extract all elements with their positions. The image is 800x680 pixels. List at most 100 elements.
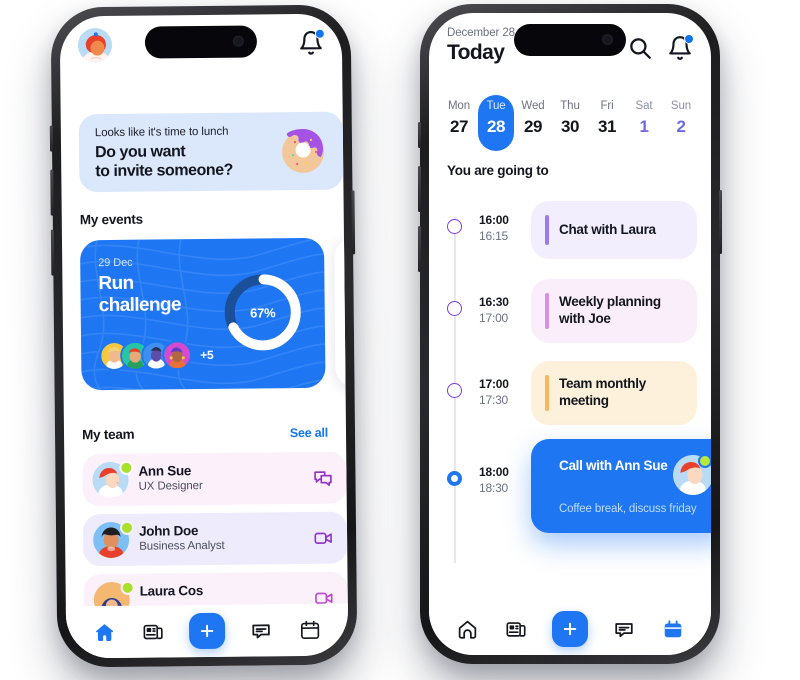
- nav-add-button[interactable]: [551, 611, 588, 647]
- event-title: Call with Ann Sue: [559, 458, 668, 473]
- phone-screen-home: Looks like it's time to lunch Do you wan…: [59, 13, 349, 659]
- online-status-dot: [120, 580, 135, 595]
- day-thu[interactable]: Thu 30: [552, 95, 588, 151]
- event-card[interactable]: Team monthly meeting: [531, 361, 697, 425]
- phone-power-button: [351, 190, 356, 255]
- event-end-time: 16:15: [479, 229, 509, 243]
- nav-chat-icon[interactable]: [248, 617, 274, 643]
- promo-subtitle: Looks like it's time to lunch: [94, 125, 229, 140]
- video-camera-icon[interactable]: [313, 528, 334, 549]
- event-name-line2: challenge: [98, 294, 182, 317]
- phone-power-button: [719, 190, 722, 254]
- avatar[interactable]: [77, 27, 113, 63]
- event-title: Chat with Laura: [559, 222, 656, 237]
- day-fri[interactable]: Fri 31: [589, 95, 625, 151]
- event-end-time: 17:00: [479, 311, 509, 325]
- chat-bubbles-icon[interactable]: [312, 468, 333, 489]
- nav-chat-icon[interactable]: [611, 616, 637, 642]
- nav-home-icon[interactable]: [454, 616, 480, 642]
- notification-dot: [314, 28, 325, 39]
- week-day-selector[interactable]: Mon 27 Tue 28 Wed 29 Thu 30 Fri 31 Sat 1…: [441, 95, 699, 153]
- event-card-run-challenge[interactable]: 29 Dec Run challenge 67% +5: [79, 237, 326, 391]
- phone-side-button: [418, 122, 421, 148]
- day-tue-selected[interactable]: Tue 28: [478, 95, 514, 151]
- notification-bell-button[interactable]: [298, 28, 325, 56]
- day-wed[interactable]: Wed 29: [515, 95, 551, 151]
- day-number: 29: [523, 117, 543, 136]
- phone-volume-down-button: [50, 229, 55, 276]
- dynamic-island: [144, 25, 258, 59]
- day-number: 30: [560, 117, 580, 136]
- nav-add-button[interactable]: [188, 612, 226, 650]
- progress-ring: 67%: [218, 268, 307, 357]
- event-end-time: 17:30: [479, 393, 509, 407]
- participant-avatar: [162, 340, 193, 371]
- event-accent-bar: [545, 215, 549, 245]
- timeline-bullet: [447, 383, 462, 398]
- event-card-active[interactable]: Call with Ann Sue Coffee break, discuss …: [531, 439, 711, 533]
- day-number: 27: [449, 117, 469, 136]
- event-subtitle: Coffee break, discuss friday: [559, 503, 697, 515]
- search-icon[interactable]: [627, 35, 653, 61]
- event-participants[interactable]: +5: [99, 339, 214, 372]
- nav-home-icon[interactable]: [91, 619, 117, 645]
- team-member-ann-sue[interactable]: Ann Sue UX Designer: [82, 451, 347, 507]
- phone-home: Looks like it's time to lunch Do you wan…: [49, 4, 358, 668]
- day-number: 2: [676, 117, 686, 136]
- day-name: Wed: [521, 100, 545, 112]
- front-camera-icon: [232, 35, 244, 47]
- nav-calendar-icon[interactable]: [297, 617, 323, 643]
- day-name: Tue: [486, 100, 506, 112]
- my-team-title: My team: [81, 426, 135, 443]
- day-name: Sat: [635, 100, 653, 112]
- event-start-time: 16:00: [479, 213, 509, 227]
- day-number: 28: [486, 117, 506, 136]
- online-status-dot: [698, 454, 711, 468]
- front-camera-icon: [602, 34, 613, 45]
- see-all-link[interactable]: See all: [290, 426, 328, 440]
- events-carousel[interactable]: 29 Dec Run challenge 67% +5: [62, 236, 349, 391]
- page-title: Today: [447, 41, 505, 64]
- timeline-bullet-active: [447, 471, 462, 486]
- lunch-promo-banner[interactable]: Looks like it's time to lunch Do you wan…: [78, 111, 344, 193]
- member-role: Business Analyst: [139, 539, 225, 553]
- event-start-time: 17:00: [479, 377, 509, 391]
- event-card[interactable]: Weekly planning with Joe: [531, 279, 697, 343]
- day-name: Fri: [600, 100, 614, 112]
- online-status-dot: [119, 460, 134, 475]
- event-end-time: 18:30: [479, 481, 509, 495]
- online-status-dot: [119, 520, 135, 535]
- promo-title-line1: Do you want: [94, 143, 186, 162]
- timeline-bullet: [447, 301, 462, 316]
- phone-side-button: [49, 125, 54, 152]
- event-name: Run challenge: [98, 272, 181, 317]
- schedule-section-title: You are going to: [447, 163, 549, 178]
- member-role: UX Designer: [138, 480, 203, 493]
- my-events-title: My events: [79, 211, 143, 228]
- bottom-navigation-calendar[interactable]: [429, 603, 711, 655]
- notification-bell-button[interactable]: [667, 34, 694, 61]
- day-sun[interactable]: Sun 2: [663, 95, 699, 151]
- day-number: 1: [639, 117, 649, 136]
- nav-calendar-icon-active[interactable]: [660, 616, 686, 642]
- event-card-friyay[interactable]: 31 Dec FriY ca: [333, 236, 349, 388]
- notification-dot: [684, 34, 694, 44]
- home-body: Looks like it's time to lunch Do you wan…: [60, 70, 349, 659]
- day-sat[interactable]: Sat 1: [626, 95, 662, 151]
- team-member-john-doe[interactable]: John Doe Business Analyst: [82, 511, 348, 567]
- nav-news-icon[interactable]: [503, 616, 529, 642]
- day-number: 31: [597, 117, 617, 136]
- day-mon[interactable]: Mon 27: [441, 95, 477, 151]
- nav-news-icon[interactable]: [140, 618, 166, 644]
- donut-icon: [275, 122, 332, 179]
- phone-volume-down-button: [418, 226, 421, 272]
- promo-title-line2: to invite someone?: [95, 161, 234, 181]
- member-name: Ann Sue: [138, 463, 192, 479]
- screenshot-stage: Looks like it's time to lunch Do you wan…: [0, 0, 800, 680]
- bottom-navigation-home[interactable]: [65, 603, 349, 659]
- promo-title: Do you want to invite someone?: [95, 141, 275, 181]
- dynamic-island: [514, 24, 626, 56]
- progress-label: 67%: [249, 304, 276, 321]
- phone-volume-up-button: [50, 169, 54, 216]
- event-card[interactable]: Chat with Laura: [531, 201, 697, 259]
